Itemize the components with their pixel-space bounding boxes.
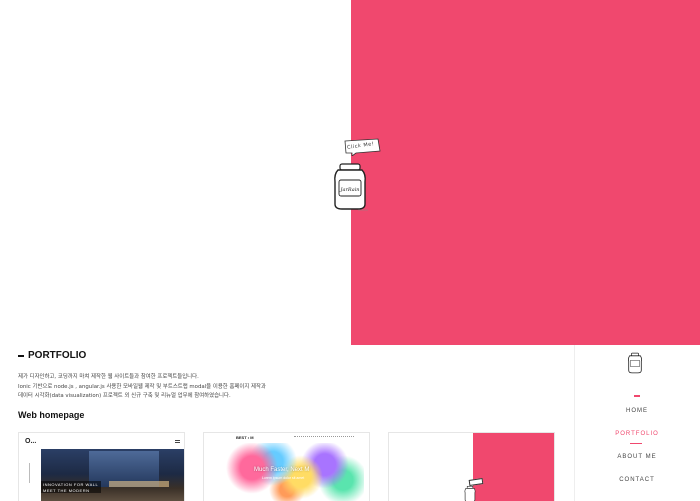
nav-jar-logo-icon[interactable] xyxy=(626,352,644,374)
nav-home[interactable]: HOME xyxy=(574,408,700,414)
thumb1-logo: O... xyxy=(25,438,37,445)
nav-contact[interactable]: CONTACT xyxy=(574,477,700,483)
thumb3-pink-panel xyxy=(473,433,554,501)
thumb2-headline: Much Faster, Next M xyxy=(254,467,310,473)
portfolio-title: PORTFOLIO xyxy=(28,350,87,361)
hero-right-panel xyxy=(351,0,700,345)
jar-logo-icon[interactable]: JarRain xyxy=(330,162,370,212)
description-line-3: 데이터 시각화(data visualization) 프로젝트 외 신규 구축… xyxy=(18,393,231,399)
page: Click Me! JarRain PORTFOLIO 제가 디자인하고, 코딩… xyxy=(0,0,700,501)
hero-left-panel xyxy=(0,0,351,345)
thumb3-jar-icon xyxy=(464,486,476,501)
thumb1-side-text xyxy=(29,463,30,483)
portfolio-thumb-3[interactable] xyxy=(388,432,555,501)
nav-accent-dash xyxy=(634,395,640,397)
heading-dash xyxy=(18,354,24,357)
thumb1-caption-2: MEET THE MODERN xyxy=(43,488,90,493)
thumb2-nav-dots xyxy=(294,436,354,438)
nav-about-me[interactable]: ABOUT ME xyxy=(574,454,700,460)
portfolio-description: 제가 디자인하고, 코딩까지 마쳐 제작한 웹 사이트들과 참여한 프로젝트들입… xyxy=(18,373,338,402)
thumb2-sub: Lorem ipsum dolor sit amet xyxy=(262,476,305,480)
thumb2-logo: BEST • M xyxy=(236,435,254,440)
web-homepage-heading: Web homepage xyxy=(18,410,85,420)
description-line-1: 제가 디자인하고, 코딩까지 마쳐 제작한 웹 사이트들과 참여한 프로젝트들입… xyxy=(18,374,199,380)
portfolio-thumb-2[interactable]: BEST • M Much Faster, Next M Lorem ipsum… xyxy=(203,432,370,501)
nav-active-underline xyxy=(630,443,642,445)
thumb1-caption-1: INNOVATION FOR WALL xyxy=(43,482,99,487)
thumb1-menu-icon xyxy=(175,440,180,443)
svg-text:JarRain: JarRain xyxy=(339,187,359,193)
thumb1-lights xyxy=(109,481,169,487)
description-line-2: Ionic 기반으로 node.js , angular.js 사용한 모바일웹… xyxy=(18,383,266,390)
nav-portfolio[interactable]: PORTFOLIO xyxy=(574,431,700,437)
portfolio-heading: PORTFOLIO xyxy=(18,350,86,361)
portfolio-thumb-1[interactable]: O... INNOVATION FOR WALL MEET THE MODERN xyxy=(18,432,185,501)
